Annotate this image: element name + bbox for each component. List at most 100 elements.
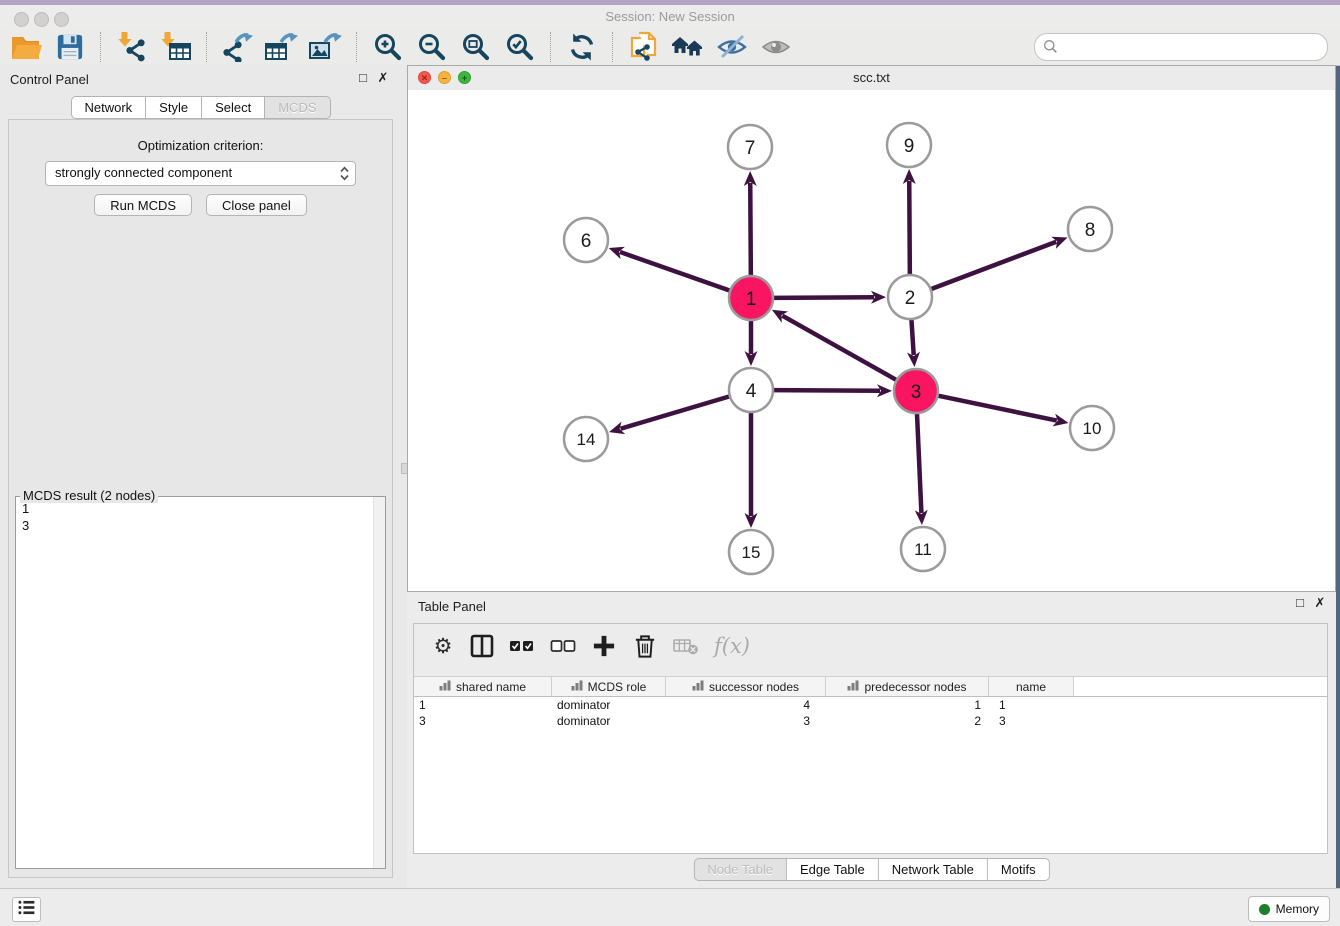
node-15[interactable]: 15 bbox=[729, 530, 773, 574]
gear-icon[interactable]: ⚙ bbox=[431, 632, 455, 660]
optimization-criterion-select[interactable]: strongly connected component bbox=[45, 161, 356, 186]
window-titlebar: Session: New Session bbox=[0, 5, 1340, 29]
mcds-result-title: MCDS result (2 nodes) bbox=[20, 488, 158, 503]
edge-1-6[interactable] bbox=[609, 247, 731, 291]
edge-3-1[interactable] bbox=[772, 310, 897, 380]
open-file-icon[interactable] bbox=[8, 31, 44, 63]
refresh-icon[interactable] bbox=[564, 31, 600, 63]
table-cell[interactable]: 3 bbox=[989, 713, 1074, 729]
control-panel-float-icon[interactable]: □ bbox=[355, 70, 371, 85]
table-cell[interactable]: 1 bbox=[826, 697, 989, 713]
node-8[interactable]: 8 bbox=[1068, 207, 1112, 251]
run-mcds-button[interactable]: Run MCDS bbox=[94, 194, 192, 216]
tab-style[interactable]: Style bbox=[146, 96, 202, 119]
add-row-icon[interactable] bbox=[591, 632, 617, 660]
select-all-icon[interactable] bbox=[509, 632, 535, 660]
node-7[interactable]: 7 bbox=[728, 125, 772, 169]
node-3[interactable]: 3 bbox=[894, 369, 938, 413]
toolbar-separator bbox=[100, 32, 102, 62]
table-cell[interactable]: 3 bbox=[414, 713, 552, 729]
column-header-successor-nodes[interactable]: successor nodes bbox=[666, 677, 826, 696]
edge-4-15[interactable] bbox=[745, 412, 758, 528]
column-header-predecessor-nodes[interactable]: predecessor nodes bbox=[826, 677, 989, 696]
table-cell[interactable]: dominator bbox=[552, 697, 666, 713]
first-neighbors-icon[interactable] bbox=[670, 31, 706, 63]
svg-text:15: 15 bbox=[742, 543, 761, 562]
edge-4-14[interactable] bbox=[609, 396, 730, 434]
table-cell[interactable]: dominator bbox=[552, 713, 666, 729]
tab-node-table[interactable]: Node Table bbox=[693, 858, 787, 881]
zoom-out-icon[interactable] bbox=[414, 31, 450, 63]
node-1[interactable]: 1 bbox=[729, 276, 773, 320]
mcds-result-scrollbar[interactable] bbox=[373, 497, 385, 868]
network-canvas[interactable]: 7 9 6 8 1 2 4 3 14 10 15 11 bbox=[408, 90, 1335, 591]
tab-motifs[interactable]: Motifs bbox=[988, 858, 1050, 881]
export-table-icon[interactable] bbox=[264, 31, 300, 63]
column-label: name bbox=[1016, 680, 1046, 694]
edge-3-10[interactable] bbox=[938, 396, 1069, 427]
task-list-icon bbox=[16, 897, 37, 923]
zoom-in-icon[interactable] bbox=[370, 31, 406, 63]
zoom-selected-icon[interactable] bbox=[502, 31, 538, 63]
node-table[interactable]: shared nameMCDS rolesuccessor nodesprede… bbox=[414, 676, 1327, 853]
edge-2-3[interactable] bbox=[907, 319, 920, 367]
search-field[interactable] bbox=[1034, 33, 1328, 61]
network-window-titlebar[interactable]: ✕ – + scc.txt bbox=[408, 66, 1335, 91]
network-graph[interactable]: 7 9 6 8 1 2 4 3 14 10 15 11 bbox=[408, 90, 1335, 591]
import-table-icon[interactable] bbox=[158, 31, 194, 63]
tab-mcds[interactable]: MCDS bbox=[265, 96, 330, 119]
export-image-icon[interactable] bbox=[308, 31, 344, 63]
table-panel-float-icon[interactable]: □ bbox=[1292, 595, 1308, 610]
function-icon: f(x) bbox=[714, 632, 750, 660]
table-cell[interactable]: 4 bbox=[666, 697, 826, 713]
table-cell[interactable]: 3 bbox=[666, 713, 826, 729]
tab-network-table[interactable]: Network Table bbox=[879, 858, 988, 881]
save-session-icon[interactable] bbox=[52, 31, 88, 63]
control-panel: Control Panel □ ✗ NetworkStyleSelectMCDS… bbox=[0, 65, 402, 888]
hide-selected-icon[interactable] bbox=[714, 31, 750, 63]
node-4[interactable]: 4 bbox=[729, 368, 773, 412]
toolbar-separator bbox=[206, 32, 208, 62]
column-header-MCDS-role[interactable]: MCDS role bbox=[552, 677, 666, 696]
table-row[interactable]: 1dominator411 bbox=[414, 697, 1327, 713]
table-cell[interactable]: 2 bbox=[826, 713, 989, 729]
zoom-fit-icon[interactable] bbox=[458, 31, 494, 63]
mcds-result-list[interactable]: 13 bbox=[16, 497, 385, 868]
control-panel-tabs: NetworkStyleSelectMCDS bbox=[70, 96, 330, 119]
tab-edge-table[interactable]: Edge Table bbox=[787, 858, 879, 881]
table-cell[interactable]: 1 bbox=[414, 697, 552, 713]
table-panel-close-icon[interactable]: ✗ bbox=[1312, 595, 1328, 611]
close-panel-button[interactable]: Close panel bbox=[206, 194, 307, 216]
tab-network[interactable]: Network bbox=[70, 96, 146, 119]
memory-button[interactable]: Memory bbox=[1248, 896, 1330, 922]
column-header-shared-name[interactable]: shared name bbox=[414, 677, 552, 696]
column-header-name[interactable]: name bbox=[989, 677, 1074, 696]
node-9[interactable]: 9 bbox=[887, 123, 931, 167]
edge-3-11[interactable] bbox=[915, 413, 928, 525]
search-input[interactable] bbox=[1063, 36, 1319, 58]
toolbar-group bbox=[106, 31, 202, 63]
table-row[interactable]: 3dominator323 bbox=[414, 713, 1327, 729]
task-history-button[interactable] bbox=[12, 897, 41, 922]
split-columns-icon[interactable] bbox=[470, 632, 494, 660]
node-6[interactable]: 6 bbox=[564, 218, 608, 262]
edge-1-2[interactable] bbox=[773, 291, 886, 304]
table-cell[interactable]: 1 bbox=[989, 697, 1074, 713]
node-14[interactable]: 14 bbox=[564, 417, 608, 461]
node-11[interactable]: 11 bbox=[901, 527, 945, 571]
export-network-icon[interactable] bbox=[220, 31, 256, 63]
edge-1-7[interactable] bbox=[744, 171, 757, 276]
tab-select[interactable]: Select bbox=[202, 96, 265, 119]
node-10[interactable]: 10 bbox=[1070, 406, 1114, 450]
edge-2-8[interactable] bbox=[931, 237, 1068, 290]
deselect-all-icon[interactable] bbox=[550, 632, 576, 660]
new-network-from-selection-icon[interactable] bbox=[626, 31, 662, 63]
control-panel-close-icon[interactable]: ✗ bbox=[375, 70, 391, 86]
edge-2-9[interactable] bbox=[903, 169, 916, 275]
node-2[interactable]: 2 bbox=[888, 275, 932, 319]
edge-1-4[interactable] bbox=[745, 320, 758, 366]
delete-row-icon[interactable] bbox=[632, 632, 658, 660]
edge-4-3[interactable] bbox=[773, 384, 892, 397]
show-all-icon[interactable] bbox=[758, 31, 794, 63]
import-network-icon[interactable] bbox=[114, 31, 150, 63]
